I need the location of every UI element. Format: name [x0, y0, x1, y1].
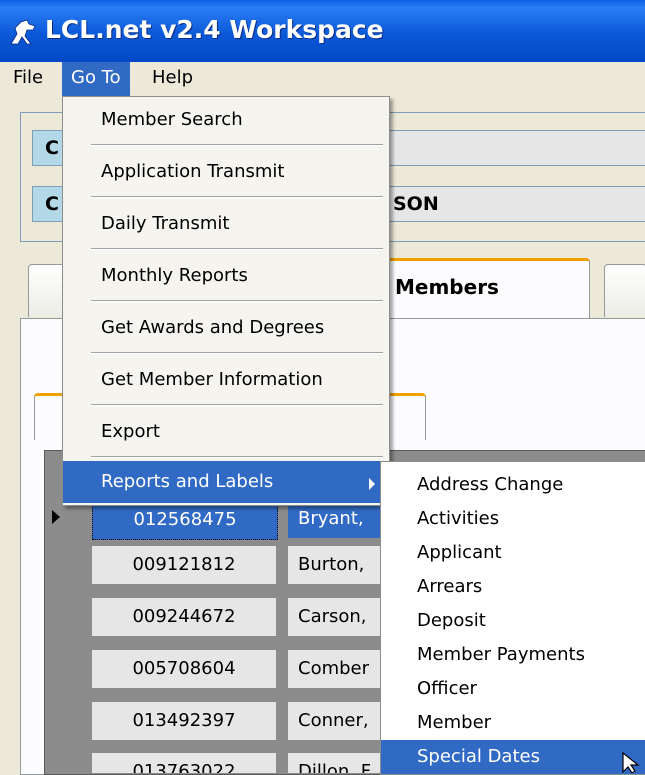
submenu-item-special-dates[interactable]: Special Dates: [381, 740, 645, 774]
member-id-cell[interactable]: 013763022: [92, 753, 276, 773]
submenu-item-activities[interactable]: Activities: [381, 502, 645, 536]
tab-members-label: Members: [395, 275, 499, 299]
member-id-cell[interactable]: 013492397: [92, 702, 276, 740]
member-id-cell[interactable]: 009244672: [92, 598, 276, 636]
menu-separator: [91, 248, 383, 250]
submenu-item-arrears[interactable]: Arrears: [381, 570, 645, 604]
row-indicator-icon: [52, 510, 60, 524]
menu-separator: [91, 404, 383, 406]
horse-logo-icon: [10, 19, 36, 45]
menu-separator: [91, 144, 383, 146]
arrow-cursor-icon: [622, 752, 640, 773]
member-id-cell[interactable]: 005708604: [92, 650, 276, 688]
submenu-item-deposit[interactable]: Deposit: [381, 604, 645, 638]
info-field-2-value: SON: [393, 193, 439, 215]
menu-goto[interactable]: Go To: [62, 62, 130, 96]
menu-item-member-search[interactable]: Member Search: [63, 97, 389, 143]
menu-separator: [91, 196, 383, 198]
menu-item-get-member-information[interactable]: Get Member Information: [63, 357, 389, 403]
menu-help[interactable]: Help: [143, 62, 202, 96]
submenu-item-address-change[interactable]: Address Change: [381, 468, 645, 502]
member-id-cell[interactable]: 012568475: [92, 500, 278, 540]
menu-file[interactable]: File: [4, 62, 52, 96]
submenu-item-member-payments[interactable]: Member Payments: [381, 638, 645, 672]
menu-item-application-transmit[interactable]: Application Transmit: [63, 149, 389, 195]
menu-separator: [91, 300, 383, 302]
menu-separator: [91, 352, 383, 354]
submenu-item-applicant[interactable]: Applicant: [381, 536, 645, 570]
submenu-item-member[interactable]: Member: [381, 706, 645, 740]
menu-bar: File Go To Help: [0, 62, 645, 96]
menu-item-reports-and-labels[interactable]: Reports and Labels: [63, 461, 389, 503]
menu-item-get-awards-degrees[interactable]: Get Awards and Degrees: [63, 305, 389, 351]
triangle-right-icon: [369, 478, 375, 490]
title-bar[interactable]: LCL.net v2.4 Workspace: [0, 0, 645, 62]
menu-item-reports-and-labels-label: Reports and Labels: [101, 471, 274, 492]
menu-separator: [91, 456, 383, 458]
menu-item-export[interactable]: Export: [63, 409, 389, 455]
menu-item-daily-transmit[interactable]: Daily Transmit: [63, 201, 389, 247]
reports-labels-submenu: Address Change Activities Applicant Arre…: [380, 461, 645, 775]
goto-dropdown-menu: Member Search Application Transmit Daily…: [62, 96, 390, 506]
window-title: LCL.net v2.4 Workspace: [45, 15, 384, 44]
submenu-item-officer[interactable]: Officer: [381, 672, 645, 706]
tab-right[interactable]: [604, 264, 645, 317]
menu-item-monthly-reports[interactable]: Monthly Reports: [63, 253, 389, 299]
member-id-cell[interactable]: 009121812: [92, 546, 276, 584]
